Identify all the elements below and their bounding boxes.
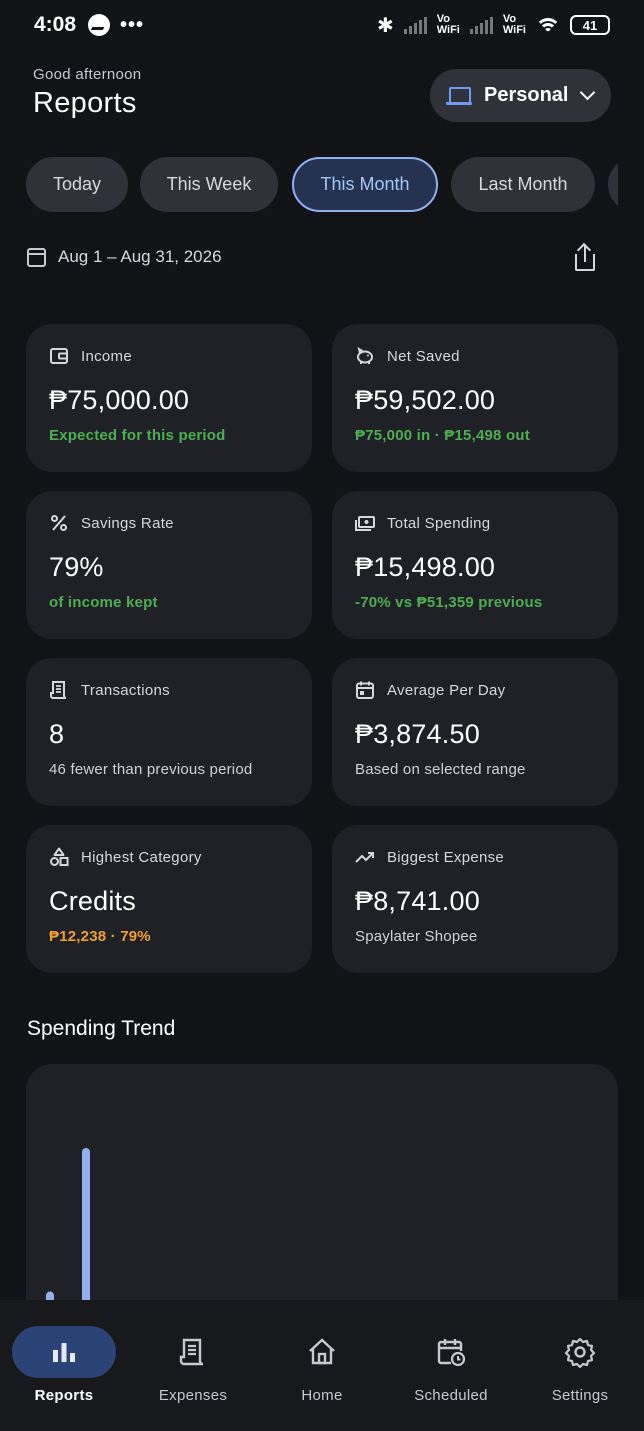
spending-trend-svg	[46, 1148, 90, 1324]
card-subtext: 46 fewer than previous period	[49, 761, 253, 778]
card-value: ₱15,498.00	[355, 552, 496, 582]
card-transactions[interactable]: Transactions 8 46 fewer than previous pe…	[26, 658, 312, 806]
card-title: Average Per Day	[387, 681, 506, 699]
period-filter-chips: Today This Week This Month Last Month	[26, 157, 618, 213]
card-title: Income	[81, 347, 132, 365]
signal-icon-2	[469, 16, 493, 34]
card-total-spending[interactable]: Total Spending ₱15,498.00 -70% vs ₱51,35…	[332, 491, 618, 639]
card-income[interactable]: Income ₱75,000.00 Expected for this peri…	[26, 324, 312, 472]
calendar-icon	[355, 680, 375, 700]
status-bar: 4:08 ••• ✱ Vo WiFi Vo WiFi 41	[0, 0, 644, 50]
chevron-down-icon	[580, 84, 596, 101]
wifi-icon	[536, 16, 560, 34]
card-title: Transactions	[81, 681, 170, 699]
card-highest-category[interactable]: Highest Category Credits ₱12,238 · 79%	[26, 825, 312, 973]
spending-trend-chart	[26, 1064, 618, 1324]
card-subtext: Expected for this period	[49, 427, 226, 444]
messenger-icon	[88, 14, 111, 36]
calendar-clock-icon	[435, 1336, 467, 1368]
card-subtext: ₱12,238 · 79%	[49, 928, 151, 945]
nav-expenses[interactable]: Expenses	[129, 1300, 257, 1431]
chip-this-week[interactable]: This Week	[140, 157, 278, 212]
profile-label: Personal	[484, 84, 569, 106]
status-time: 4:08	[34, 13, 77, 36]
home-icon	[306, 1336, 338, 1368]
more-notifications-icon: •••	[120, 13, 145, 36]
nav-label: Expenses	[158, 1387, 228, 1404]
card-biggest-expense[interactable]: Biggest Expense ₱8,741.00 Spaylater Shop…	[332, 825, 618, 973]
nav-label: Home	[301, 1387, 343, 1404]
share-button[interactable]	[570, 242, 600, 274]
nav-home[interactable]: Home	[258, 1300, 386, 1431]
card-title: Net Saved	[387, 347, 460, 365]
card-subtext: ₱75,000 in · ₱15,498 out	[355, 427, 530, 444]
card-value: 8	[49, 719, 65, 749]
cash-icon	[355, 513, 375, 533]
nav-settings[interactable]: Settings	[516, 1300, 644, 1431]
page-title: Reports	[33, 87, 137, 119]
signal-icon	[403, 16, 427, 34]
greeting-text: Good afternoon	[33, 66, 142, 83]
card-average-per-day[interactable]: Average Per Day ₱3,874.50 Based on selec…	[332, 658, 618, 806]
card-value: ₱8,741.00	[355, 886, 480, 916]
chip-last-month[interactable]: Last Month	[451, 157, 595, 212]
calendar-icon	[27, 247, 46, 267]
laptop-icon	[446, 86, 472, 106]
receipt-icon	[177, 1336, 209, 1368]
trend-bar	[82, 1148, 90, 1324]
category-shapes-icon	[49, 847, 69, 867]
bar-chart-icon	[48, 1336, 80, 1368]
card-subtext: of income kept	[49, 594, 158, 611]
percent-icon	[49, 513, 69, 533]
battery-icon: 41	[570, 15, 610, 35]
card-value: ₱3,874.50	[355, 719, 480, 749]
card-title: Biggest Expense	[387, 848, 505, 866]
chip-more[interactable]	[608, 157, 618, 212]
date-range[interactable]: Aug 1 – Aug 31, 2026	[27, 247, 222, 267]
profile-switcher-button[interactable]: Personal	[430, 69, 611, 122]
card-subtext: -70% vs ₱51,359 previous	[355, 594, 543, 611]
status-icons: ✱ Vo WiFi Vo WiFi 41	[377, 13, 610, 38]
nav-scheduled[interactable]: Scheduled	[387, 1300, 515, 1431]
nav-reports[interactable]: Reports	[0, 1300, 128, 1431]
card-subtext: Based on selected range	[355, 761, 526, 778]
trending-up-icon	[355, 847, 375, 867]
nav-label: Reports	[34, 1387, 94, 1404]
page-header: Good afternoon Reports	[33, 66, 141, 120]
card-value: ₱75,000.00	[49, 385, 190, 415]
card-value: 79%	[49, 552, 104, 582]
date-range-label: Aug 1 – Aug 31, 2026	[58, 247, 222, 266]
vowifi-icon: Vo WiFi	[436, 13, 460, 36]
card-subtext: Spaylater Shopee	[355, 928, 478, 945]
wallet-icon	[49, 346, 69, 366]
bottom-navigation: Reports Expenses Home Scheduled Settings	[0, 1300, 644, 1431]
card-value: Credits	[49, 886, 136, 916]
gear-icon	[564, 1336, 596, 1368]
spending-trend-title: Spending Trend	[27, 1017, 176, 1040]
chip-this-month[interactable]: This Month	[292, 157, 438, 212]
card-title: Highest Category	[81, 848, 202, 866]
chip-today[interactable]: Today	[26, 157, 128, 212]
nav-label: Settings	[551, 1387, 609, 1404]
card-value: ₱59,502.00	[355, 385, 496, 415]
nav-label: Scheduled	[414, 1387, 488, 1404]
piggy-bank-icon	[355, 346, 375, 366]
vowifi-icon-2: Vo WiFi	[502, 13, 526, 36]
card-title: Total Spending	[387, 514, 491, 532]
card-savings-rate[interactable]: Savings Rate 79% of income kept	[26, 491, 312, 639]
bluetooth-icon: ✱	[376, 14, 394, 37]
card-net-saved[interactable]: Net Saved ₱59,502.00 ₱75,000 in · ₱15,49…	[332, 324, 618, 472]
card-title: Savings Rate	[81, 514, 174, 532]
receipt-icon	[49, 680, 69, 700]
